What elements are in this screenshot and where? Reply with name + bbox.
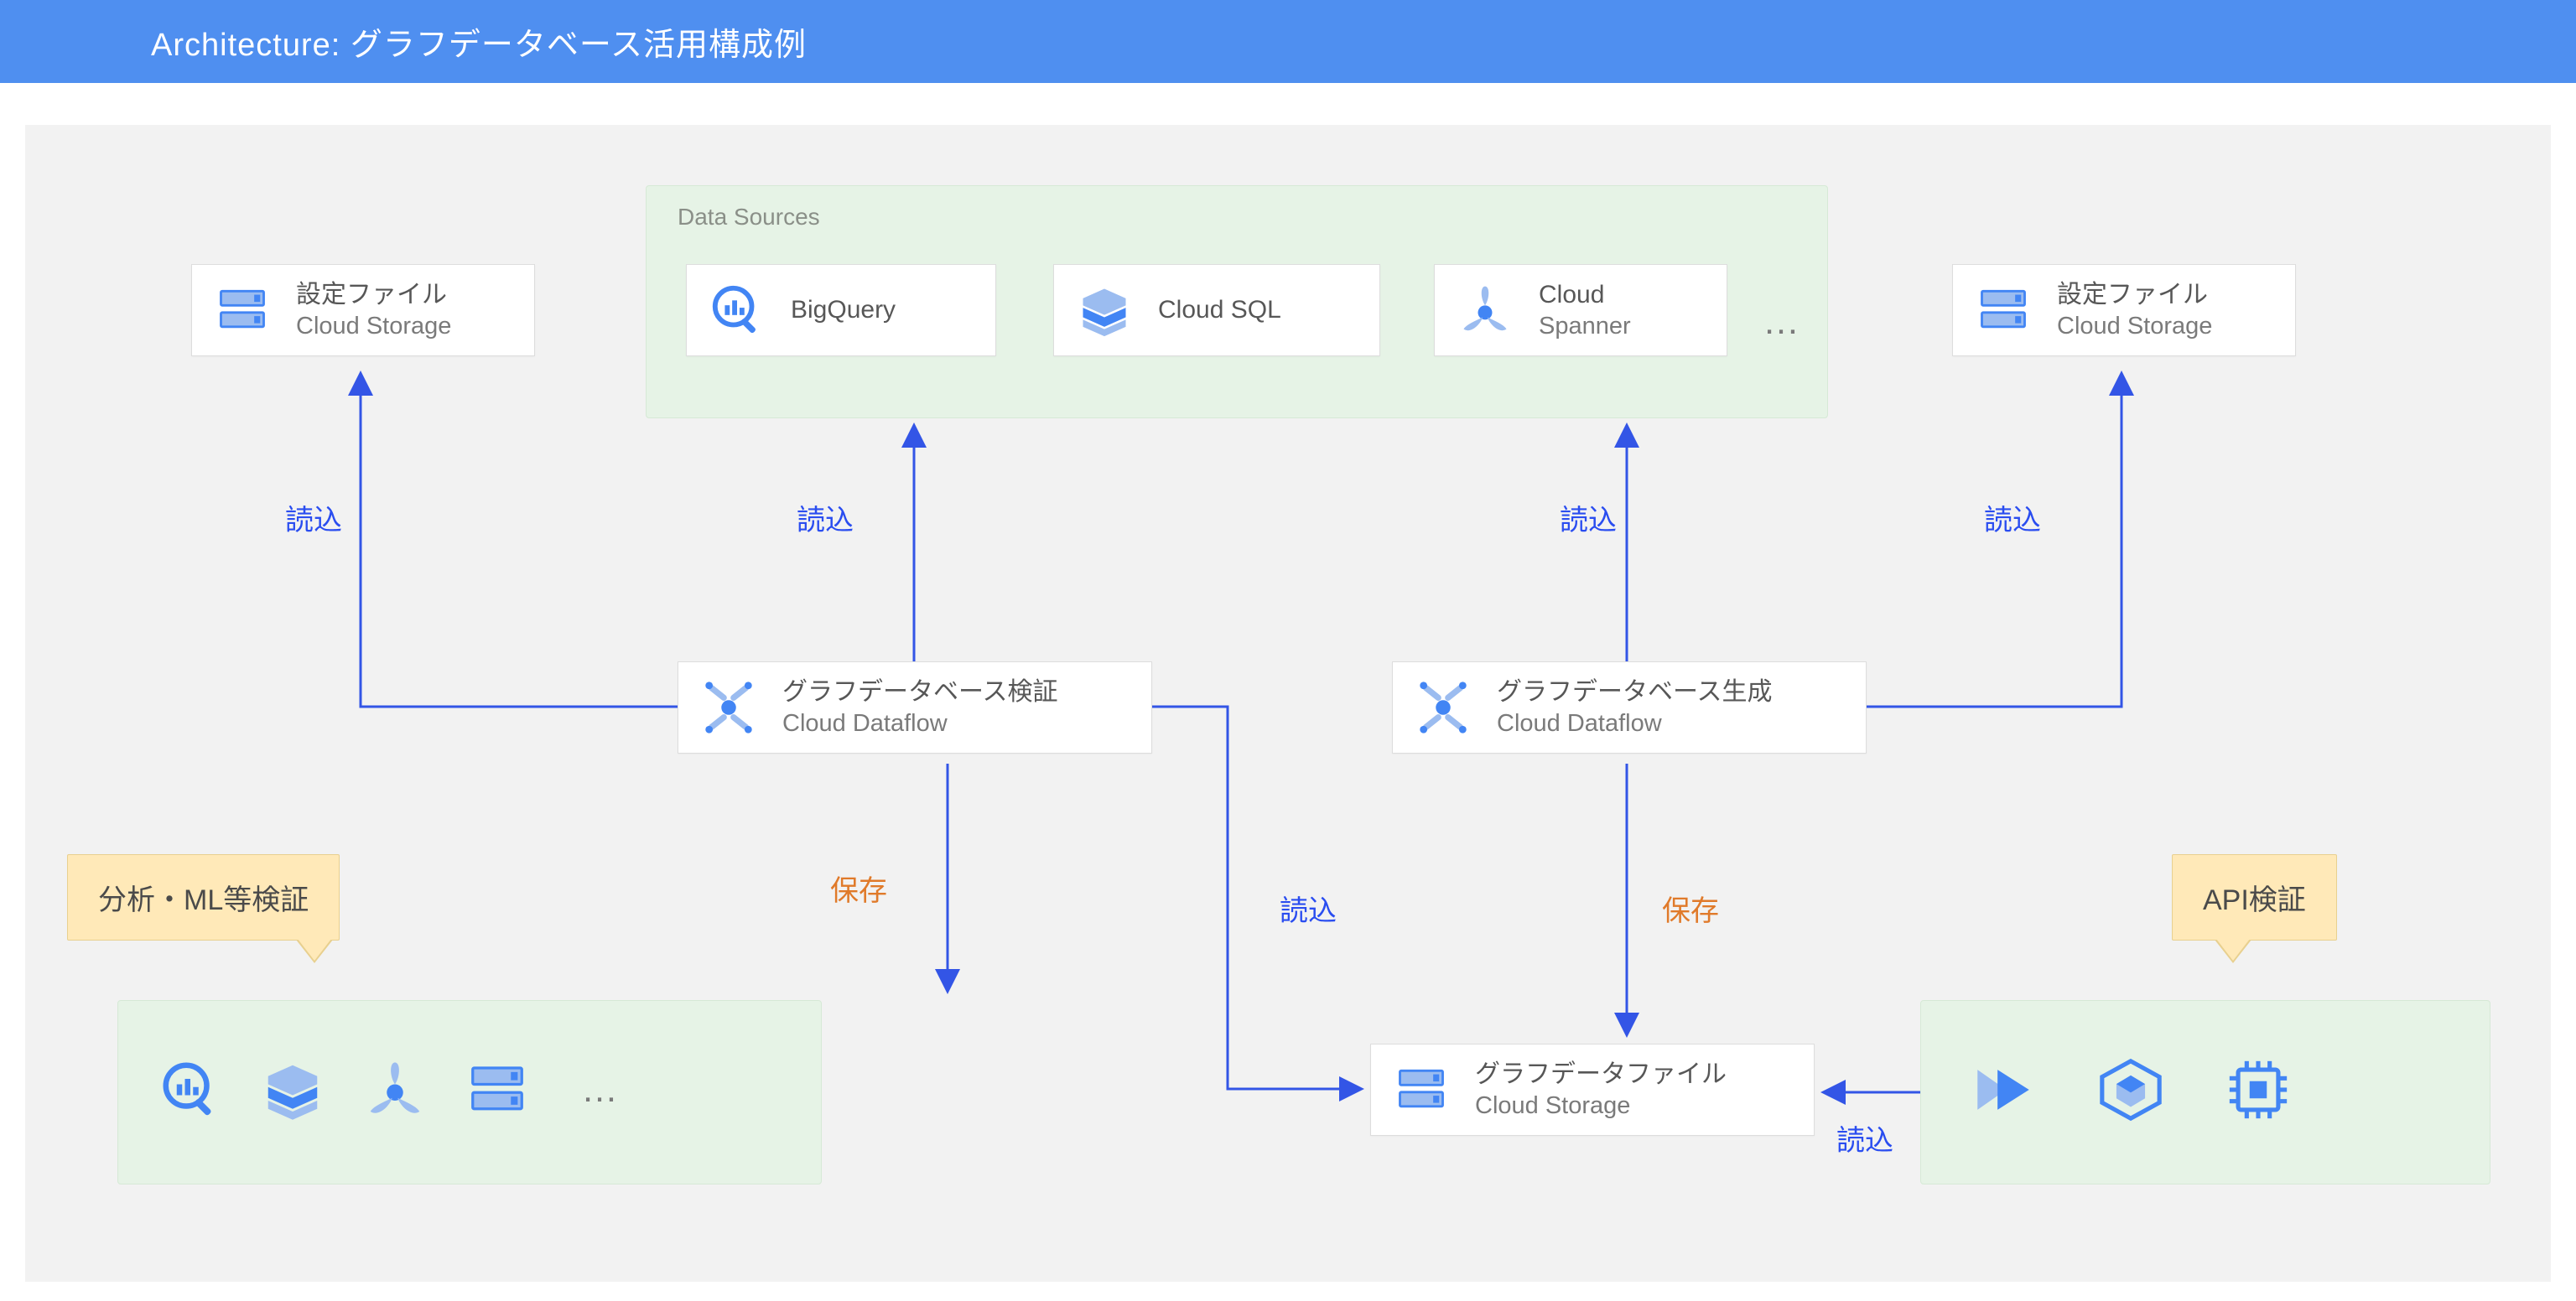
bigquery-icon bbox=[156, 1055, 225, 1124]
gke-icon bbox=[2096, 1055, 2165, 1124]
icon-row-analysis: … bbox=[156, 1055, 634, 1124]
edge-label-save: 保存 bbox=[1662, 888, 1719, 929]
edge-label-read: 読込 bbox=[1984, 497, 2041, 538]
callout-analysis: 分析・ML等検証 bbox=[67, 854, 340, 941]
card-bigquery: BigQuery bbox=[686, 264, 996, 356]
edge-label-read: 読込 bbox=[1280, 888, 1337, 929]
icon-row-api bbox=[1969, 1055, 2293, 1124]
card-title: 設定ファイル bbox=[2057, 279, 2212, 311]
card-title: Cloud SQL bbox=[1158, 294, 1281, 326]
spanner-icon bbox=[1453, 278, 1517, 342]
card-subtitle: Spanner bbox=[1539, 311, 1631, 341]
dataflow-icon bbox=[1411, 676, 1475, 739]
edge-label-read: 読込 bbox=[1836, 1117, 1893, 1158]
ellipsis-text: … bbox=[581, 1069, 618, 1111]
card-subtitle: Cloud Storage bbox=[296, 311, 451, 341]
card-config-right: 設定ファイル Cloud Storage bbox=[1952, 264, 2296, 356]
compute-icon bbox=[2224, 1055, 2293, 1124]
card-graph-storage: グラフデータファイル Cloud Storage bbox=[1370, 1044, 1815, 1136]
storage-icon bbox=[210, 278, 274, 342]
card-dataflow-verify: グラフデータベース検証 Cloud Dataflow bbox=[678, 661, 1152, 754]
card-subtitle: Cloud Storage bbox=[2057, 311, 2212, 341]
cloudsql-icon bbox=[258, 1055, 327, 1124]
diagram-canvas: Data Sources 設定ファイル Cloud Storage bbox=[25, 125, 2551, 1282]
ellipsis-top: … bbox=[1763, 301, 1805, 343]
card-subtitle: Cloud Storage bbox=[1475, 1091, 1727, 1121]
card-subtitle: Cloud Dataflow bbox=[1497, 708, 1773, 739]
card-title: グラフデータファイル bbox=[1475, 1059, 1727, 1091]
bigquery-icon bbox=[705, 278, 769, 342]
cloudsql-icon bbox=[1072, 278, 1136, 342]
card-config-left: 設定ファイル Cloud Storage bbox=[191, 264, 535, 356]
dataflow-icon bbox=[697, 676, 761, 739]
card-title: BigQuery bbox=[791, 294, 896, 326]
storage-icon bbox=[463, 1055, 532, 1124]
spanner-icon bbox=[361, 1055, 429, 1124]
group-data-sources-title: Data Sources bbox=[678, 204, 820, 231]
header: Architecture: グラフデータベース活用構成例 bbox=[0, 0, 2576, 83]
card-title: グラフデータベース生成 bbox=[1497, 676, 1773, 708]
callout-text: 分析・ML等検証 bbox=[98, 884, 309, 916]
page-title: Architecture: グラフデータベース活用構成例 bbox=[151, 28, 807, 63]
ellipsis-icon: … bbox=[565, 1055, 634, 1124]
card-title: Cloud bbox=[1539, 279, 1631, 311]
edge-label-read: 読込 bbox=[1560, 497, 1617, 538]
card-subtitle: Cloud Dataflow bbox=[782, 708, 1058, 739]
card-spanner: Cloud Spanner bbox=[1434, 264, 1727, 356]
edge-label-save: 保存 bbox=[830, 868, 887, 909]
card-cloudsql: Cloud SQL bbox=[1053, 264, 1380, 356]
storage-icon bbox=[1389, 1058, 1453, 1122]
edge-label-read: 読込 bbox=[797, 497, 854, 538]
card-dataflow-generate: グラフデータベース生成 Cloud Dataflow bbox=[1392, 661, 1867, 754]
edge-label-read: 読込 bbox=[285, 497, 342, 538]
storage-icon bbox=[1971, 278, 2035, 342]
card-title: グラフデータベース検証 bbox=[782, 676, 1058, 708]
endpoints-icon bbox=[1969, 1055, 2038, 1124]
callout-text: API検証 bbox=[2203, 884, 2306, 916]
card-title: 設定ファイル bbox=[296, 279, 451, 311]
callout-api: API検証 bbox=[2172, 854, 2337, 941]
